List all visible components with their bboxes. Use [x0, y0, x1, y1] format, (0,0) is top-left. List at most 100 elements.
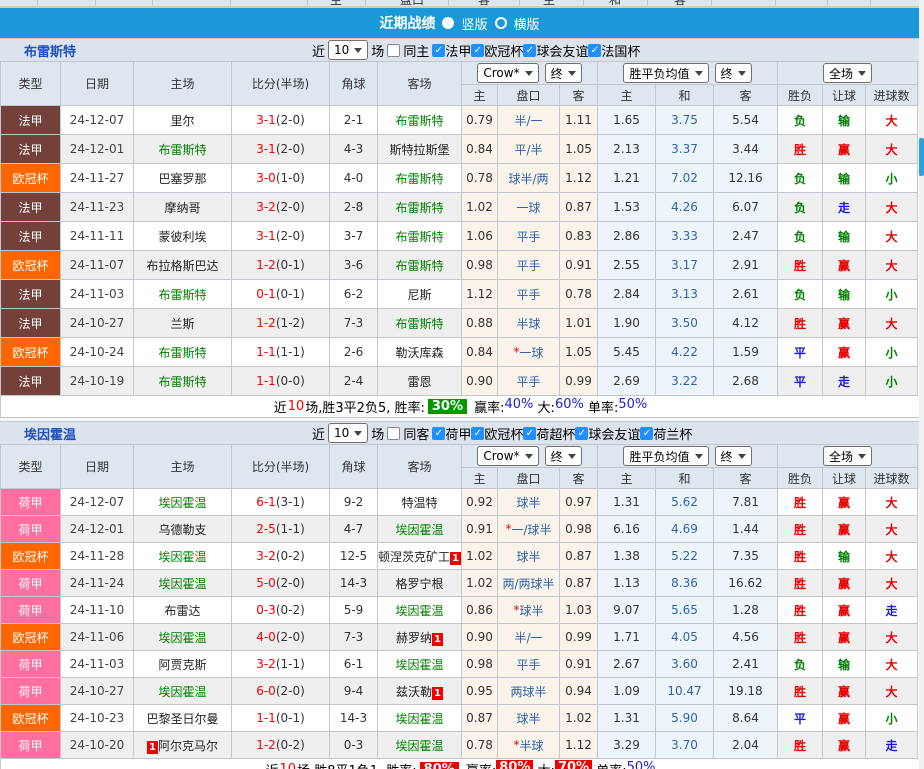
team-link[interactable]: 布雷斯特	[158, 141, 206, 158]
odds-away-cell: 0.99	[560, 624, 598, 651]
odds-time-select-2[interactable]: 终	[544, 446, 582, 466]
team-link[interactable]: 乌德勒支	[158, 521, 206, 538]
scrollbar-track[interactable]	[919, 0, 924, 769]
layout-radio-horizontal-label[interactable]: 横版	[514, 14, 540, 33]
team-link[interactable]: 埃因霍温	[395, 521, 443, 538]
team-link[interactable]: 埃因霍温	[158, 629, 206, 646]
filter-checkbox[interactable]: ✓	[432, 426, 446, 440]
home-team-cell: 埃因霍温	[134, 543, 232, 570]
match-count-select-2[interactable]: 10	[328, 423, 369, 443]
team-name: 摩纳哥	[164, 200, 201, 215]
team-link[interactable]: 雷恩	[407, 373, 431, 390]
handicap-result-cell: 赢	[823, 678, 866, 705]
team-name: 格罗宁根	[395, 576, 444, 591]
odds-company-select-2[interactable]: Crow*	[477, 446, 539, 466]
sub-col: 主	[598, 468, 656, 489]
avg-select-2[interactable]: 胜平负均值	[623, 446, 709, 466]
type-badge: 欧冠杯	[1, 543, 61, 570]
clipped-label: 客	[478, 0, 491, 7]
team-link[interactable]: 布雷斯特	[158, 344, 206, 361]
result-cell: 胜	[778, 597, 823, 624]
handicap-text: 球半	[516, 549, 541, 564]
layout-radio-vertical-label[interactable]: 竖版	[461, 14, 487, 33]
team-link[interactable]: 布雷斯特	[395, 199, 443, 216]
team-link[interactable]: 格罗宁根	[395, 575, 443, 592]
team-link[interactable]: 布雷斯特	[395, 315, 443, 332]
team-link[interactable]: 里尔	[170, 112, 194, 129]
scope-select-1[interactable]: 全场	[822, 63, 872, 83]
team-link[interactable]: 兹沃勒 1	[396, 683, 443, 700]
filter-checkbox[interactable]: ✓	[575, 426, 589, 440]
team-link[interactable]: 埃因霍温	[395, 656, 443, 673]
handicap-cell: 球半/两	[498, 164, 560, 193]
team-link[interactable]: 埃因霍温	[158, 575, 206, 592]
avg-draw-cell: 5.90	[656, 705, 714, 732]
avg-home-cell: 1.21	[598, 164, 656, 193]
match-count-select-1[interactable]: 10	[328, 40, 369, 60]
layout-radio-vertical-icon[interactable]	[442, 17, 455, 29]
scope-select-2[interactable]: 全场	[822, 446, 872, 466]
odds-time-select-1[interactable]: 终	[544, 63, 582, 83]
avg-away-cell: 4.12	[714, 309, 778, 338]
team-link[interactable]: 布雷斯特	[395, 170, 443, 187]
team-name: 布雷斯特	[395, 258, 444, 273]
team-link[interactable]: 兰斯	[170, 315, 194, 332]
team-link[interactable]: 埃因霍温	[158, 494, 206, 511]
team-link[interactable]: 埃因霍温	[158, 683, 206, 700]
chevron-down-icon	[524, 453, 533, 459]
avg-time-select-1[interactable]: 终	[714, 63, 752, 83]
team-link[interactable]: 布雷斯特	[158, 286, 206, 303]
team-link[interactable]: 巴黎圣日尔曼	[146, 710, 218, 727]
odds-away-cell: 0.97	[560, 489, 598, 516]
team-link[interactable]: 布雷斯特	[395, 257, 443, 274]
team-link[interactable]: 埃因霍温	[158, 548, 206, 565]
team-link[interactable]: 布拉格斯巴达	[146, 257, 218, 274]
team-link[interactable]: 蒙彼利埃	[158, 228, 206, 245]
team-link[interactable]: 摩纳哥	[164, 199, 200, 216]
same-venue-checkbox-2[interactable]	[387, 426, 401, 440]
team-link[interactable]: 尼斯	[407, 286, 431, 303]
match-row: 法甲 24-12-07 里尔 3-1 (2-0) 2-1 布雷斯特 0.79 半/一 1.11 1.…	[1, 106, 919, 135]
filter-checkbox[interactable]: ✓	[471, 426, 485, 440]
team-name: 雷恩	[407, 374, 432, 389]
team-link[interactable]: 赫罗纳 1	[396, 629, 443, 646]
filter-checkbox[interactable]: ✓	[523, 426, 537, 440]
team-link[interactable]: 埃因霍温	[395, 710, 443, 727]
filter-checkbox[interactable]: ✓	[588, 43, 602, 57]
team-link[interactable]: 1 阿尔克马尔	[147, 737, 218, 754]
type-badge: 欧冠杯	[1, 251, 61, 280]
team-link[interactable]: 埃因霍温	[395, 602, 443, 619]
team-link[interactable]: 阿贾克斯	[158, 656, 206, 673]
stat-value: 50%	[626, 760, 656, 769]
team-link[interactable]: 勒沃库森	[395, 344, 443, 361]
home-team-cell: 布拉格斯巴达	[134, 251, 232, 280]
avg-time-select-2[interactable]: 终	[714, 446, 752, 466]
avg-select-1[interactable]: 胜平负均值	[623, 63, 709, 83]
scrollbar-thumb[interactable]	[919, 138, 924, 176]
team-link[interactable]: 布雷斯特	[395, 112, 443, 129]
filter-checkbox[interactable]: ✓	[432, 43, 446, 57]
type-badge: 法甲	[1, 135, 61, 164]
team-link[interactable]: 布雷达	[164, 602, 200, 619]
avg-draw-cell: 5.62	[656, 489, 714, 516]
handicap-text: 半/一	[514, 630, 543, 645]
team-link[interactable]: 布雷斯特	[395, 228, 443, 245]
chevron-down-icon	[567, 453, 576, 459]
team-link[interactable]: 布雷斯特	[158, 373, 206, 390]
filter-checkbox[interactable]: ✓	[640, 426, 654, 440]
filter-checkbox[interactable]: ✓	[471, 43, 485, 57]
filter-checkbox[interactable]: ✓	[523, 43, 537, 57]
team-link[interactable]: 巴塞罗那	[158, 170, 206, 187]
odds-company-select-1[interactable]: Crow*	[477, 63, 539, 83]
score-cell: 1-2 (0-1)	[232, 251, 330, 280]
team-link[interactable]: 斯特拉斯堡	[389, 141, 449, 158]
layout-radio-horizontal-icon[interactable]	[494, 17, 507, 29]
team-link[interactable]: 埃因霍温	[395, 737, 443, 754]
same-venue-checkbox-1[interactable]	[387, 43, 401, 57]
goals-result-cell: 小	[866, 338, 918, 367]
team-link[interactable]: 特温特	[401, 494, 437, 511]
team-link[interactable]: 顿涅茨克矿工 1	[378, 548, 461, 565]
col-away: 客场	[378, 445, 462, 489]
result-cell: 胜	[778, 251, 823, 280]
handicap-result-cell: 输	[823, 280, 866, 309]
